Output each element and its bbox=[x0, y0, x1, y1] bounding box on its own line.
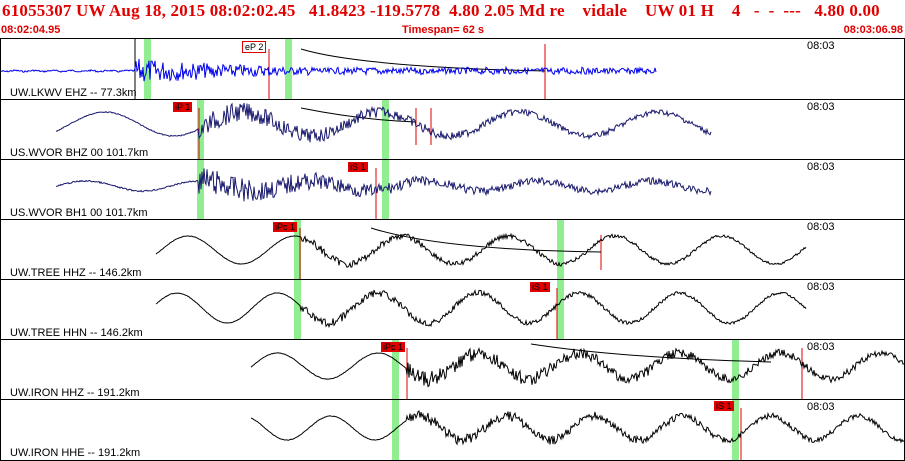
pick-marker[interactable]: iS 1 bbox=[530, 282, 550, 292]
time-tick-label: 08:03 bbox=[807, 221, 835, 233]
channel-label: UW.TREE HHZ -- 146.2km bbox=[10, 267, 142, 279]
time-tick-label: 08:03 bbox=[807, 401, 835, 413]
pick-marker[interactable]: iPc 1 bbox=[381, 342, 406, 352]
time-tick-label: 08:03 bbox=[807, 161, 835, 173]
trace-panel-wvor-bh1[interactable]: iS 1 08:03 US.WVOR BH1 00 101.7km bbox=[0, 159, 905, 220]
seismogram-panels: eP 2 08:03 UW.LKWV EHZ -- 77.3km iP 1 08… bbox=[0, 38, 905, 461]
channel-label: UW.TREE HHN -- 146.2km bbox=[10, 327, 143, 339]
trace-panel-lkwv-ehz[interactable]: eP 2 08:03 UW.LKWV EHZ -- 77.3km bbox=[0, 38, 905, 100]
time-tick-label: 08:03 bbox=[807, 40, 835, 52]
pick-marker[interactable]: iS 1 bbox=[348, 162, 368, 172]
time-tick-label: 08:03 bbox=[807, 281, 835, 293]
trace-panel-iron-hhe[interactable]: iS 1 08:03 UW.IRON HHE -- 191.2km bbox=[0, 399, 905, 461]
pick-marker[interactable]: iPc 1 bbox=[273, 222, 298, 232]
trace-panel-wvor-bhz[interactable]: iP 1 08:03 US.WVOR BHZ 00 101.7km bbox=[0, 99, 905, 160]
channel-label: US.WVOR BH1 00 101.7km bbox=[10, 207, 148, 219]
pick-marker[interactable]: iP 1 bbox=[173, 102, 193, 112]
time-tick-label: 08:03 bbox=[807, 341, 835, 353]
event-title: 61055307 UW Aug 18, 2015 08:02:02.45 41.… bbox=[2, 1, 880, 20]
start-time: 08:02:04.95 bbox=[1, 24, 61, 36]
channel-label: US.WVOR BHZ 00 101.7km bbox=[10, 147, 149, 159]
header-bar: 61055307 UW Aug 18, 2015 08:02:02.45 41.… bbox=[0, 0, 905, 38]
channel-label: UW.IRON HHZ -- 191.2km bbox=[10, 387, 140, 399]
pick-marker[interactable]: iS 1 bbox=[714, 401, 734, 411]
channel-label: UW.LKWV EHZ -- 77.3km bbox=[10, 87, 137, 99]
channel-label: UW.IRON HHE -- 191.2km bbox=[10, 447, 141, 459]
trace-panel-tree-hhz[interactable]: iPc 1 08:03 UW.TREE HHZ -- 146.2km bbox=[0, 219, 905, 280]
end-time: 08:03:06.98 bbox=[843, 24, 903, 36]
time-tick-label: 08:03 bbox=[807, 101, 835, 113]
timespan-label: Timespan= 62 s bbox=[402, 24, 485, 36]
trace-panel-tree-hhn[interactable]: iS 1 08:03 UW.TREE HHN -- 146.2km bbox=[0, 279, 905, 340]
pick-marker[interactable]: eP 2 bbox=[242, 41, 267, 53]
trace-panel-iron-hhz[interactable]: iPc 1 08:03 UW.IRON HHZ -- 191.2km bbox=[0, 339, 905, 400]
